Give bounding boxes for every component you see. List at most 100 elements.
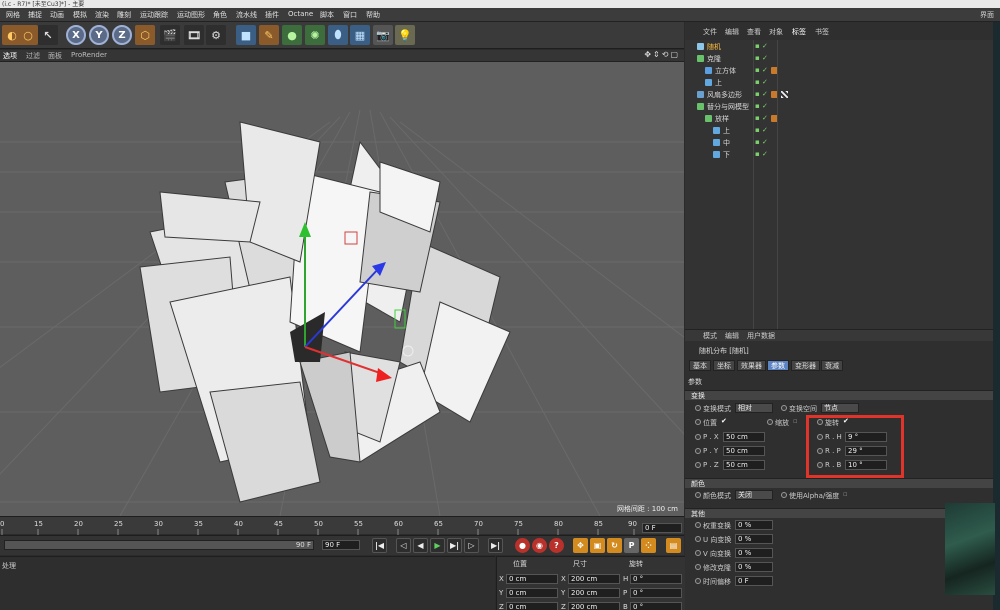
visibility-check-icon[interactable]: ▪ ✓ [755, 138, 768, 146]
record-icon[interactable]: ● [515, 538, 530, 553]
size-y-field[interactable]: 200 cm [568, 588, 620, 598]
modify-clone-field[interactable]: 0 % [735, 562, 773, 572]
animate-dot[interactable] [695, 448, 701, 454]
coordinate-system-icon[interactable]: ⬡ [135, 25, 155, 45]
color-mode-dropdown[interactable]: 关闭 [735, 490, 773, 500]
om-menu-bookmarks[interactable]: 书签 [815, 27, 829, 37]
weight-transform-field[interactable]: 0 % [735, 520, 773, 530]
am-menu-mode[interactable]: 模式 [703, 331, 717, 341]
tab-deformer[interactable]: 变形器 [791, 360, 820, 371]
animate-dot[interactable] [781, 405, 787, 411]
object-row[interactable]: 风扇多边形 ▪ ✓ [685, 89, 995, 101]
key-rotation-icon[interactable]: ↻ [607, 538, 622, 553]
visibility-check-icon[interactable]: ▪ ✓ [755, 102, 768, 110]
px-field[interactable]: 50 cm [723, 432, 765, 442]
material-menu-label[interactable]: 处理 [2, 561, 16, 571]
object-name[interactable]: 上 [723, 126, 730, 136]
visibility-check-icon[interactable]: ▪ ✓ [755, 114, 768, 122]
object-name[interactable]: 上 [715, 78, 722, 88]
tab-basic[interactable]: 基本 [689, 360, 711, 371]
animate-dot[interactable] [695, 564, 701, 570]
pos-x-field[interactable]: 0 cm [506, 574, 558, 584]
menu-item-sculpt[interactable]: 雕刻 [117, 10, 131, 20]
tab-falloff[interactable]: 衰减 [821, 360, 843, 371]
key-scale-icon[interactable]: ▣ [590, 538, 605, 553]
light-icon[interactable]: 💡 [395, 25, 415, 45]
layout-selector[interactable]: 界面 [980, 10, 994, 20]
menu-item-mesh[interactable]: 网格 [6, 10, 20, 20]
render-settings-icon[interactable]: ⚙ [206, 25, 226, 45]
menu-item-pipeline[interactable]: 流水线 [236, 10, 257, 20]
nurbs-icon[interactable]: ● [282, 25, 302, 45]
z-axis-lock-icon[interactable]: Z [112, 25, 132, 45]
viewport-menu-filter[interactable]: 过滤 [26, 51, 40, 61]
current-frame-field[interactable]: 0 F [642, 523, 682, 533]
array-icon[interactable]: ✺ [305, 25, 325, 45]
viewport-navigation-icons[interactable]: ✥⇕⟲▢ [644, 50, 680, 59]
3d-viewport[interactable]: 网格间距 : 100 cm [0, 62, 684, 516]
use-alpha-checkbox[interactable]: ▫ [843, 490, 848, 498]
visibility-check-icon[interactable]: ▪ ✓ [755, 54, 768, 62]
menu-item-script[interactable]: 脚本 [320, 10, 334, 20]
floor-icon[interactable]: ▦ [350, 25, 370, 45]
menu-item-motiontrack[interactable]: 运动跟踪 [140, 10, 168, 20]
object-name[interactable]: 随机 [707, 42, 721, 52]
animate-dot[interactable] [781, 492, 787, 498]
pos-y-field[interactable]: 0 cm [506, 588, 558, 598]
scale-checkbox[interactable]: ▫ [793, 417, 798, 425]
rot-h-field[interactable]: 0 ° [630, 574, 682, 584]
render-picture-viewer-icon[interactable]: 🎞 [184, 25, 204, 45]
v-transform-field[interactable]: 0 % [735, 548, 773, 558]
object-row[interactable]: 下 ▪ ✓ [685, 149, 995, 161]
object-name[interactable]: 立方体 [715, 66, 736, 76]
object-name[interactable]: 克隆 [707, 54, 721, 64]
u-transform-field[interactable]: 0 % [735, 534, 773, 544]
deformer-icon[interactable]: ⬮ [328, 25, 348, 45]
menu-item-character[interactable]: 角色 [213, 10, 227, 20]
menu-item-animate[interactable]: 动画 [50, 10, 64, 20]
next-key-icon[interactable]: ▷ [464, 538, 479, 553]
visibility-check-icon[interactable]: ▪ ✓ [755, 90, 768, 98]
section-color[interactable]: 颜色 [685, 478, 1000, 488]
goto-start-icon[interactable]: |◀ [372, 538, 387, 553]
camera-icon[interactable]: 📷 [373, 25, 393, 45]
menu-item-simulate[interactable]: 模拟 [73, 10, 87, 20]
autokey-icon[interactable]: ◉ [532, 538, 547, 553]
animate-dot[interactable] [695, 405, 701, 411]
om-menu-file[interactable]: 文件 [703, 27, 717, 37]
size-z-field[interactable]: 200 cm [568, 602, 620, 610]
rot-b-field[interactable]: 0 ° [630, 602, 682, 610]
keyframe-selection-icon[interactable]: ? [549, 538, 564, 553]
key-position-icon[interactable]: ✥ [573, 538, 588, 553]
om-menu-view[interactable]: 查看 [747, 27, 761, 37]
animate-dot[interactable] [695, 522, 701, 528]
object-row[interactable]: 上 ▪ ✓ [685, 125, 995, 137]
menu-item-help[interactable]: 帮助 [366, 10, 380, 20]
menu-item-snap[interactable]: 捕捉 [28, 10, 42, 20]
animate-dot[interactable] [695, 536, 701, 542]
om-menu-object[interactable]: 对象 [769, 27, 783, 37]
animate-dot[interactable] [695, 550, 701, 556]
render-view-icon[interactable]: 🎬 [160, 25, 180, 45]
checker-tag-icon[interactable] [781, 91, 788, 98]
rot-p-field[interactable]: 0 ° [630, 588, 682, 598]
transform-mode-dropdown[interactable]: 相对 [735, 403, 773, 413]
position-checkbox[interactable]: ✔ [721, 417, 727, 425]
y-axis-lock-icon[interactable]: Y [89, 25, 109, 45]
time-offset-field[interactable]: 0 F [735, 576, 773, 586]
tab-parameter[interactable]: 参数 [767, 360, 789, 371]
timeline-ruler[interactable]: 0 15 20 25 30 35 40 45 50 55 60 65 70 75… [0, 516, 684, 535]
move-tool-icon[interactable]: ↖ [38, 25, 58, 45]
tab-coord[interactable]: 坐标 [713, 360, 735, 371]
pos-z-field[interactable]: 0 cm [506, 602, 558, 610]
prev-key-icon[interactable]: ◁ [396, 538, 411, 553]
menu-item-render[interactable]: 渲染 [95, 10, 109, 20]
tab-effector[interactable]: 效果器 [737, 360, 766, 371]
object-row[interactable]: 中 ▪ ✓ [685, 137, 995, 149]
visibility-check-icon[interactable]: ▪ ✓ [755, 126, 768, 134]
om-menu-tags[interactable]: 标签 [792, 27, 806, 37]
viewport-menu-panel[interactable]: 面板 [48, 51, 62, 61]
prev-frame-icon[interactable]: ◀ [413, 538, 428, 553]
animate-dot[interactable] [695, 434, 701, 440]
size-x-field[interactable]: 200 cm [568, 574, 620, 584]
